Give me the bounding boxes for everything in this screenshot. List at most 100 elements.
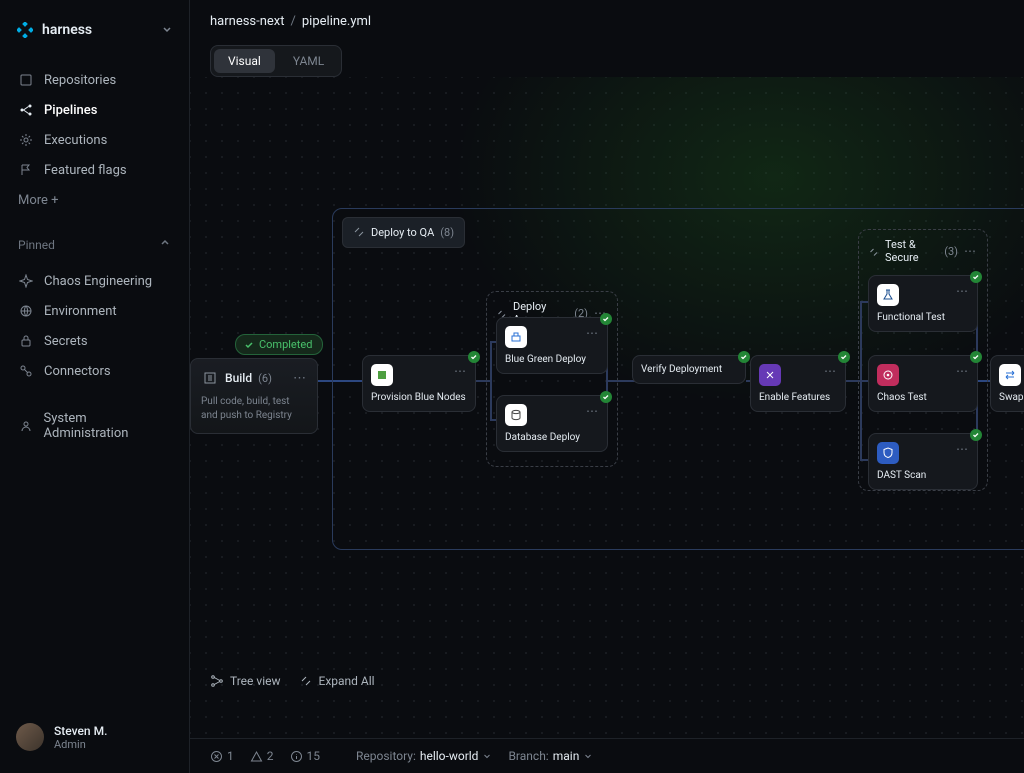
more-icon[interactable]: ⋯: [454, 364, 467, 378]
nav-label: Repositories: [44, 73, 116, 88]
more-icon[interactable]: ⋯: [956, 284, 969, 298]
step-swap[interactable]: Swap: [990, 355, 1024, 412]
chaos-icon: [18, 273, 34, 289]
nav-pinned: Chaos Engineering Environment Secrets Co…: [0, 260, 189, 398]
check-icon: [970, 429, 982, 441]
step-blue-green-deploy[interactable]: ⋯ Blue Green Deploy: [496, 317, 608, 374]
stage-title: Deploy to QA: [371, 226, 434, 239]
repository-selector[interactable]: Repository: hello-world: [356, 749, 492, 763]
warnings-stat[interactable]: 2: [250, 749, 274, 763]
branch-selector[interactable]: Branch: main: [508, 749, 593, 763]
nav-repositories[interactable]: Repositories: [8, 65, 181, 95]
sidebar: harness Repositories Pipelines Execution…: [0, 0, 190, 773]
deploy-icon: [505, 326, 527, 348]
admin-icon: [18, 418, 34, 434]
nav-featured-flags[interactable]: Featured flags: [8, 155, 181, 185]
stat-value: 1: [227, 749, 234, 763]
check-icon: [600, 313, 612, 325]
gear-icon: [18, 132, 34, 148]
tree-icon: [210, 674, 224, 688]
step-label: Provision Blue Nodes: [371, 392, 467, 403]
step-chaos-test[interactable]: ⋯ Chaos Test: [868, 355, 978, 412]
status-badge-completed: Completed: [235, 334, 323, 355]
nav-pipelines[interactable]: Pipelines: [8, 95, 181, 125]
stage-deploy-qa-header[interactable]: Deploy to QA (8): [342, 217, 465, 248]
step-label: Verify Deployment: [641, 364, 737, 375]
breadcrumb-project[interactable]: harness-next: [210, 14, 285, 29]
chevron-down-icon: [583, 751, 593, 761]
group-count: (3): [944, 245, 958, 258]
step-label: DAST Scan: [877, 470, 969, 481]
flag-icon: [18, 162, 34, 178]
step-provision[interactable]: ⋯ Provision Blue Nodes: [362, 355, 476, 412]
step-label: Chaos Test: [877, 392, 969, 403]
pinned-section-header[interactable]: Pinned: [0, 227, 189, 260]
repo-icon: [18, 72, 34, 88]
group-title: Test & Secure: [885, 238, 938, 264]
label: Repository:: [356, 749, 416, 763]
swap-icon: [999, 364, 1021, 386]
more-icon[interactable]: ⋯: [964, 244, 977, 258]
step-enable-features[interactable]: ⋯ Enable Features: [750, 355, 846, 412]
flask-icon: [877, 284, 899, 306]
value: main: [553, 749, 580, 763]
value: hello-world: [420, 749, 479, 763]
stage-build[interactable]: Build (6) ⋯ Pull code, build, test and p…: [190, 358, 318, 434]
nav-label: More +: [18, 193, 59, 208]
brand-name: harness: [42, 22, 92, 38]
info-stat[interactable]: 15: [290, 749, 321, 763]
stage-count: (6): [258, 372, 272, 385]
stage-title: Build: [225, 371, 252, 385]
stat-value: 15: [307, 749, 321, 763]
nav-chaos-engineering[interactable]: Chaos Engineering: [8, 266, 181, 296]
more-icon[interactable]: ⋯: [586, 404, 599, 418]
nav-label: Secrets: [44, 334, 88, 349]
errors-stat[interactable]: 1: [210, 749, 234, 763]
check-icon: [244, 340, 254, 350]
statusbar: 1 2 15 Repository: hello-world Branch: m…: [190, 738, 1024, 773]
breadcrumb-file[interactable]: pipeline.yml: [302, 14, 371, 29]
tree-view-button[interactable]: Tree view: [210, 674, 281, 688]
brand-switcher[interactable]: harness: [0, 10, 189, 59]
nav-label: Featured flags: [44, 163, 127, 178]
step-verify-deployment[interactable]: ⋯ Verify Deployment: [632, 355, 746, 384]
expand-all-button[interactable]: Expand All: [299, 674, 375, 688]
expand-icon: [869, 242, 879, 261]
nav-environment[interactable]: Environment: [8, 296, 181, 326]
database-icon: [505, 404, 527, 426]
nav-primary: Repositories Pipelines Executions Featur…: [0, 59, 189, 227]
nav-admin-section: System Administration: [0, 398, 189, 460]
more-icon[interactable]: ⋯: [293, 371, 307, 386]
more-icon[interactable]: ⋯: [956, 442, 969, 456]
check-icon: [970, 351, 982, 363]
breadcrumb: harness-next / pipeline.yml: [190, 0, 1024, 39]
button-label: Tree view: [230, 674, 281, 688]
step-database-deploy[interactable]: ⋯ Database Deploy: [496, 395, 608, 452]
pipeline-canvas[interactable]: Completed Build (6) ⋯ Pull code, build, …: [190, 77, 1024, 738]
chevron-down-icon: [161, 20, 173, 39]
label: Branch:: [508, 749, 548, 763]
step-label: Swap: [999, 392, 1024, 403]
nav-system-admin[interactable]: System Administration: [8, 404, 181, 448]
user-menu[interactable]: Steven M. Admin: [0, 711, 189, 763]
chevron-up-icon: [159, 237, 171, 252]
step-functional-test[interactable]: ⋯ Functional Test: [868, 275, 978, 332]
nav-executions[interactable]: Executions: [8, 125, 181, 155]
step-label: Blue Green Deploy: [505, 354, 599, 365]
step-dast-scan[interactable]: ⋯ DAST Scan: [868, 433, 978, 490]
stat-value: 2: [267, 749, 274, 763]
more-icon[interactable]: ⋯: [824, 364, 837, 378]
harness-logo-icon: [16, 21, 34, 39]
nav-connectors[interactable]: Connectors: [8, 356, 181, 386]
check-icon: [838, 351, 850, 363]
main: harness-next / pipeline.yml Visual YAML: [190, 0, 1024, 773]
tab-yaml[interactable]: YAML: [279, 49, 338, 73]
check-icon: [738, 351, 750, 363]
more-icon[interactable]: ⋯: [956, 364, 969, 378]
nav-secrets[interactable]: Secrets: [8, 326, 181, 356]
tab-visual[interactable]: Visual: [214, 49, 275, 73]
user-name: Steven M.: [54, 724, 107, 738]
more-icon[interactable]: ⋯: [586, 326, 599, 340]
step-label: Enable Features: [759, 392, 837, 403]
nav-more[interactable]: More +: [8, 185, 181, 215]
